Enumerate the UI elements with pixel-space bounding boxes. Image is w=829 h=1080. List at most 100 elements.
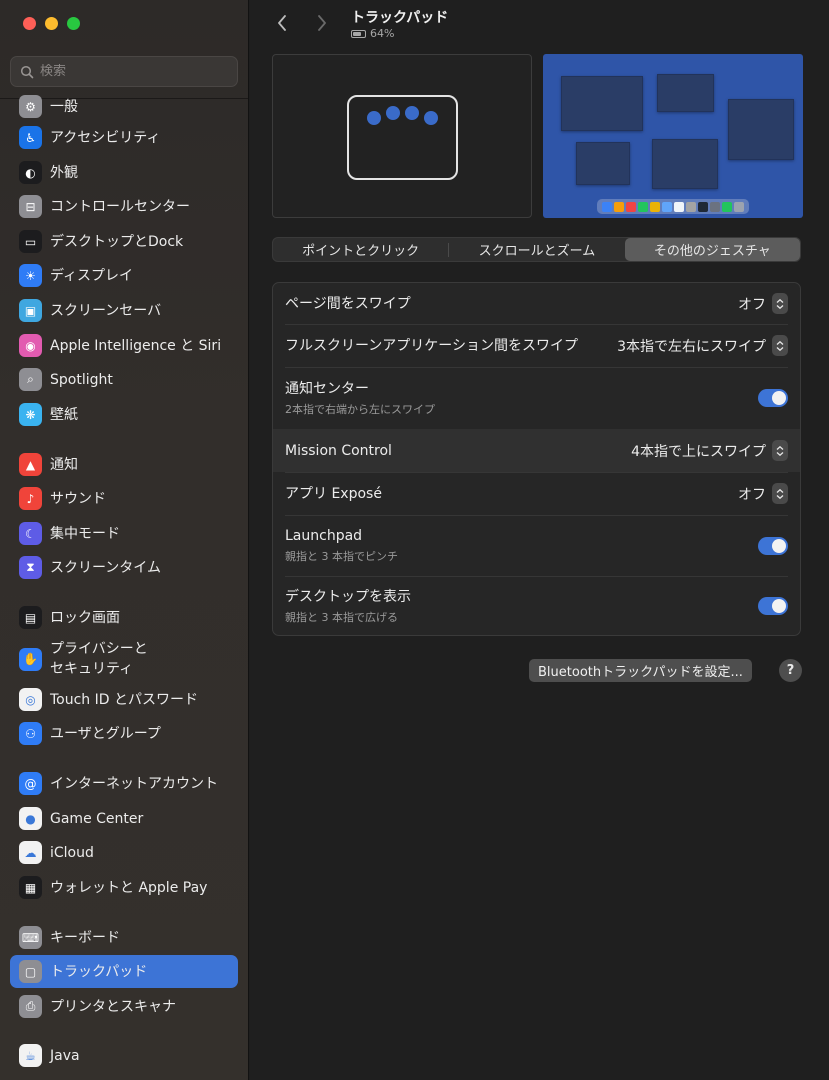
sidebar-item-notifications[interactable]: ▲ 通知 bbox=[10, 448, 238, 481]
sidebar-item-label: Spotlight bbox=[50, 371, 113, 388]
search-icon bbox=[20, 65, 34, 78]
sidebar-item-screen-time[interactable]: ⧗ スクリーンタイム bbox=[10, 551, 238, 584]
sidebar-item-label: ウォレットと Apple Pay bbox=[50, 879, 208, 896]
gear-icon: ⚙ bbox=[19, 95, 42, 118]
sidebar-item-label: Touch ID とパスワード bbox=[50, 691, 198, 708]
setting-toggle[interactable] bbox=[758, 536, 788, 555]
setting-toggle[interactable] bbox=[758, 389, 788, 407]
gesture-settings-group: ページ間をスワイプ オフ フルスクリーンアプリケーション間をスワイプ 3本指で左右にス… bbox=[272, 282, 801, 636]
setting-popup-button[interactable]: オフ bbox=[738, 483, 788, 504]
battery-status: 64% bbox=[351, 27, 394, 40]
sidebar-item-label: コントロールセンター bbox=[50, 198, 190, 215]
setting-popup-button[interactable]: オフ bbox=[738, 293, 788, 314]
trackpad-illustration bbox=[347, 95, 458, 180]
minimize-window-button[interactable] bbox=[45, 17, 58, 30]
keyboard-icon: ⌨ bbox=[19, 926, 42, 949]
close-window-button[interactable] bbox=[23, 17, 36, 30]
setting-popup-button[interactable]: 4本指で上にスワイプ bbox=[631, 440, 788, 461]
setup-bluetooth-trackpad-button[interactable]: Bluetoothトラックパッドを設定... bbox=[529, 659, 752, 682]
sidebar-item-label: プライバシーと セキュリティ bbox=[50, 641, 148, 677]
sidebar-item-sound[interactable]: ♪ サウンド bbox=[10, 482, 238, 515]
chevron-up-down-icon bbox=[772, 483, 788, 504]
sidebar-item-display[interactable]: ☀ ディスプレイ bbox=[10, 259, 238, 292]
search-field[interactable] bbox=[10, 56, 238, 87]
sidebar-item-lock-screen[interactable]: ▤ ロック画面 bbox=[10, 601, 238, 634]
sidebar-item-at-sign[interactable]: @ インターネットアカウント bbox=[10, 767, 238, 800]
sidebar-item-control-center[interactable]: ⊟ コントロールセンター bbox=[10, 190, 238, 223]
sidebar-item-appearance[interactable]: ◐ 外観 bbox=[10, 156, 238, 189]
battery-label: 64% bbox=[370, 27, 395, 40]
sidebar-item-java[interactable]: ☕ Java bbox=[10, 1039, 238, 1072]
setting-row: Launchpad 親指と 3 本指でピンチ bbox=[273, 515, 800, 576]
sidebar-item-wallpaper[interactable]: ❋ 壁紙 bbox=[10, 398, 238, 431]
privacy-hand-icon: ✋ bbox=[19, 647, 42, 671]
sidebar-item-gear[interactable]: ⚙ 一般 bbox=[10, 90, 238, 123]
game-center-icon: ● bbox=[19, 807, 42, 830]
battery-icon bbox=[351, 29, 366, 38]
forward-button[interactable] bbox=[310, 10, 334, 36]
back-button[interactable] bbox=[270, 10, 294, 36]
sidebar-item-spotlight[interactable]: ⌕ Spotlight bbox=[10, 363, 238, 396]
zoom-window-button[interactable] bbox=[67, 17, 80, 30]
sidebar-item-label: スクリーンセーバ bbox=[50, 302, 162, 319]
sidebar-list: ⚙ 一般 ♿ アクセシビリティ ◐ 外観 ⊟ コントロールセンター ▭ デスクトップとDock ☀ デ… bbox=[10, 90, 238, 1080]
preview-window bbox=[576, 142, 630, 185]
toggle-knob bbox=[772, 599, 786, 613]
preview-window bbox=[728, 99, 794, 160]
sidebar-item-label: インターネットアカウント bbox=[50, 775, 218, 792]
help-button[interactable]: ? bbox=[779, 659, 802, 682]
sidebar-item-fingerprint[interactable]: ◎ Touch ID とパスワード bbox=[10, 683, 238, 716]
sidebar-item-label: Apple Intelligence と Siri bbox=[50, 337, 222, 354]
preview-window bbox=[657, 74, 714, 112]
appearance-icon: ◐ bbox=[19, 161, 42, 184]
setting-label: 通知センター bbox=[285, 380, 369, 397]
setting-text: 通知センター 2本指で右端から左にスワイプ bbox=[285, 380, 758, 417]
gesture-screen-preview bbox=[543, 54, 803, 218]
chevron-up-down-icon bbox=[772, 335, 788, 356]
sidebar-item-focus[interactable]: ☾ 集中モード bbox=[10, 517, 238, 550]
sidebar-item-label: 集中モード bbox=[50, 525, 120, 542]
tab-more-gestures[interactable]: その他のジェスチャ bbox=[624, 238, 800, 261]
sidebar-item-label: トラックパッド bbox=[50, 963, 148, 980]
setting-text: アプリ Exposé bbox=[285, 485, 738, 503]
spotlight-icon: ⌕ bbox=[19, 368, 42, 391]
window-controls bbox=[23, 17, 80, 30]
sidebar-item-label: 壁紙 bbox=[50, 406, 78, 423]
setting-row: 通知センター 2本指で右端から左にスワイプ bbox=[273, 367, 800, 429]
sidebar-item-label: 一般 bbox=[50, 98, 78, 115]
setting-row: アプリ Exposé オフ bbox=[273, 472, 800, 515]
sidebar-item-icloud[interactable]: ☁ iCloud bbox=[10, 836, 238, 869]
setting-popup-button[interactable]: 3本指で左右にスワイプ bbox=[617, 335, 788, 356]
sidebar-item-siri[interactable]: ◉ Apple Intelligence と Siri bbox=[10, 329, 238, 362]
tab-scroll-zoom[interactable]: スクロールとズーム bbox=[449, 238, 624, 261]
sidebar-item-accessibility[interactable]: ♿ アクセシビリティ bbox=[10, 121, 238, 154]
sidebar-item-screensaver[interactable]: ▣ スクリーンセーバ bbox=[10, 294, 238, 327]
finger-dot bbox=[367, 111, 381, 125]
search-input[interactable] bbox=[40, 64, 220, 79]
sidebar-item-label: スクリーンタイム bbox=[50, 559, 162, 576]
sidebar-item-keyboard[interactable]: ⌨ キーボード bbox=[10, 921, 238, 954]
popup-value: 3本指で左右にスワイプ bbox=[617, 338, 766, 355]
siri-icon: ◉ bbox=[19, 334, 42, 357]
sidebar-item-printer[interactable]: ⎙ プリンタとスキャナ bbox=[10, 990, 238, 1023]
setting-toggle[interactable] bbox=[758, 597, 788, 615]
sidebar-item-privacy-hand[interactable]: ✋ プライバシーと セキュリティ bbox=[10, 636, 238, 682]
sidebar-item-label: iCloud bbox=[50, 844, 94, 861]
sidebar-item-wallet[interactable]: ▦ ウォレットと Apple Pay bbox=[10, 871, 238, 904]
fingerprint-icon: ◎ bbox=[19, 688, 42, 711]
setting-label: ページ間をスワイプ bbox=[285, 295, 411, 312]
sidebar-item-label: キーボード bbox=[50, 929, 120, 946]
page-title: トラックパッド bbox=[351, 10, 449, 26]
tab-point-click[interactable]: ポイントとクリック bbox=[273, 238, 448, 261]
setting-label: Launchpad bbox=[285, 528, 363, 544]
sidebar-item-game-center[interactable]: ● Game Center bbox=[10, 802, 238, 835]
wallet-icon: ▦ bbox=[19, 876, 42, 899]
sidebar-item-desktop-dock[interactable]: ▭ デスクトップとDock bbox=[10, 225, 238, 258]
sidebar-item-trackpad[interactable]: ▢ トラックパッド bbox=[10, 955, 238, 988]
setting-label: アプリ Exposé bbox=[285, 485, 382, 502]
sound-icon: ♪ bbox=[19, 487, 42, 510]
sidebar-item-users[interactable]: ⚇ ユーザとグループ bbox=[10, 717, 238, 750]
setting-text: ページ間をスワイプ bbox=[285, 295, 738, 313]
setting-text: Launchpad 親指と 3 本指でピンチ bbox=[285, 527, 758, 564]
screensaver-icon: ▣ bbox=[19, 299, 42, 322]
